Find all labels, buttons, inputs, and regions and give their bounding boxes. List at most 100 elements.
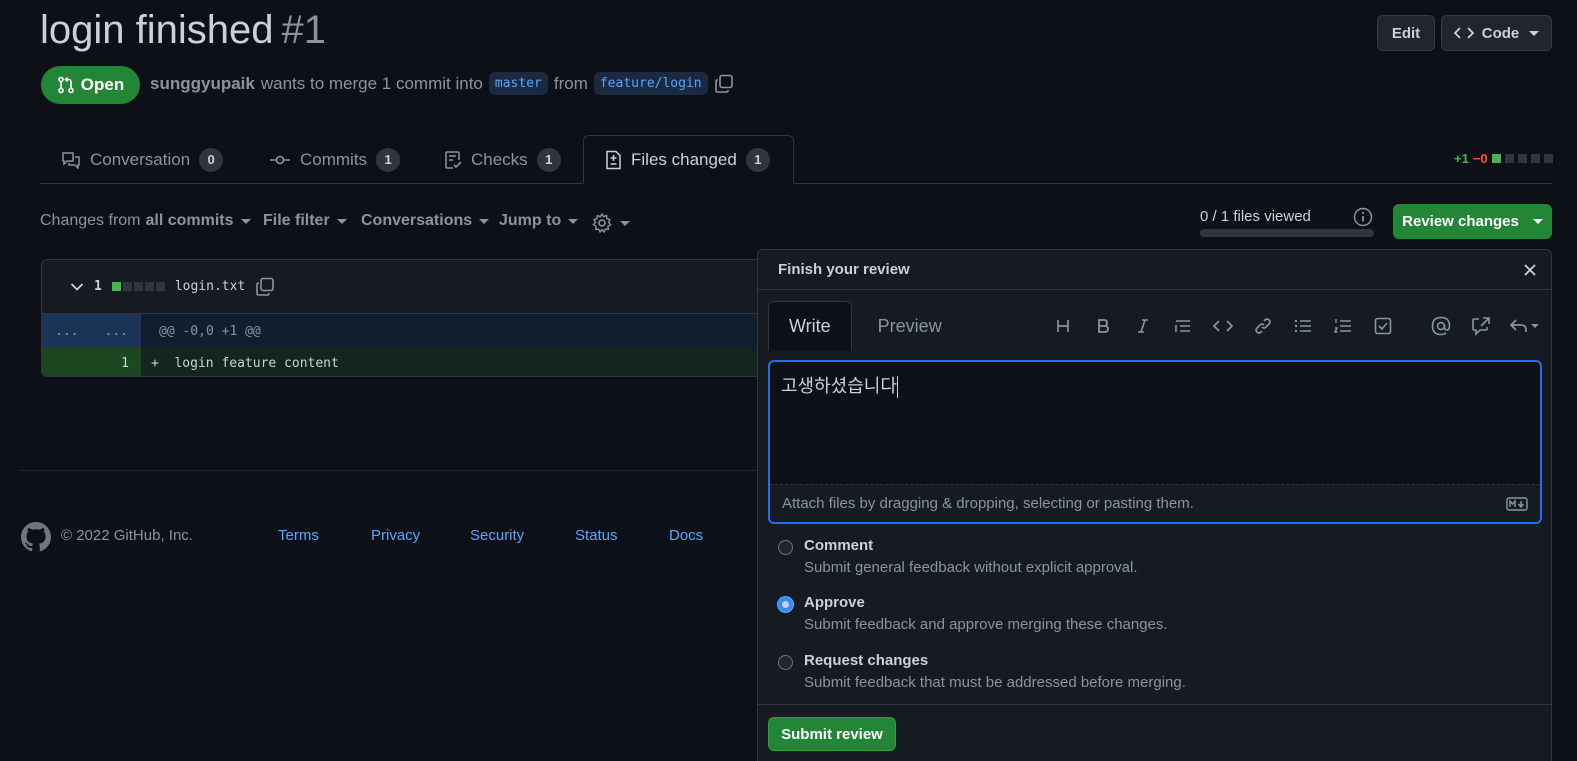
review-option-approve[interactable]: Approve Submit feedback and approve merg…: [778, 594, 1168, 633]
diffstat-added: +1: [1454, 151, 1469, 166]
cross-reference-icon[interactable]: [1461, 310, 1501, 342]
tab-checks[interactable]: Checks 1: [444, 135, 561, 184]
tab-label: Checks: [471, 149, 528, 169]
review-option-request-changes[interactable]: Request changes Submit feedback that mus…: [778, 652, 1186, 691]
chevron-down-icon: [1532, 219, 1543, 224]
tab-label: Commits: [300, 149, 368, 169]
heading-icon[interactable]: [1043, 310, 1083, 342]
mention-icon[interactable]: [1421, 310, 1461, 342]
file-diff-icon: [604, 150, 622, 170]
files-viewed-progress: [1200, 229, 1374, 237]
conversations-label: Conversations: [361, 212, 473, 229]
chevron-down-icon: [620, 220, 630, 226]
ordered-list-icon[interactable]: [1323, 310, 1363, 342]
info-icon[interactable]: [1353, 207, 1373, 227]
chevron-down-icon: [568, 218, 579, 224]
footer-link-security[interactable]: Security: [470, 527, 524, 544]
from-text: from: [553, 73, 588, 93]
code-icon: [1453, 26, 1474, 40]
code-button[interactable]: Code: [1441, 15, 1552, 51]
chevron-down-icon: [479, 218, 490, 224]
tab-commits[interactable]: Commits 1: [269, 135, 401, 184]
code-button-label: Code: [1481, 24, 1520, 42]
head-branch[interactable]: feature/login: [593, 72, 708, 95]
footer-link-privacy[interactable]: Privacy: [371, 527, 420, 544]
reply-icon[interactable]: [1501, 310, 1547, 342]
tab-write[interactable]: Write: [768, 301, 852, 351]
footer-link-docs[interactable]: Docs: [669, 527, 703, 544]
hunk-gutter-right: ...: [104, 323, 128, 339]
radio-request-changes[interactable]: [778, 655, 793, 670]
file-header: 1 login.txt: [42, 260, 800, 314]
radio-approve[interactable]: [778, 597, 793, 612]
review-option-comment[interactable]: Comment Submit general feedback without …: [778, 537, 1138, 576]
option-label: Request changes: [804, 652, 929, 669]
attach-files-bar[interactable]: Attach files by dragging & dropping, sel…: [770, 484, 1540, 522]
chevron-down-icon: [240, 218, 251, 224]
copy-icon[interactable]: [714, 74, 734, 94]
tab-counter: 0: [199, 147, 224, 172]
diffstat-block: [133, 282, 143, 291]
pr-title: login finished #1: [40, 8, 326, 53]
tab-preview[interactable]: Preview: [852, 301, 962, 351]
edit-button[interactable]: Edit: [1377, 15, 1435, 51]
attach-files-hint: Attach files by dragging & dropping, sel…: [782, 495, 1194, 512]
diffstat-block: [111, 282, 121, 291]
hunk-row: ... ... @@ -0,0 +1 @@: [42, 314, 800, 348]
author-link[interactable]: sunggyupaik: [150, 74, 255, 94]
diffstat-block: [1530, 154, 1540, 163]
bold-icon[interactable]: [1083, 310, 1123, 342]
chevron-down-icon: [1529, 30, 1540, 36]
git-commit-icon: [269, 153, 291, 167]
review-popup-header: Finish your review: [758, 250, 1551, 290]
file-diff: 1 login.txt ... ... @@ -0,0 +1 @@ 1 + lo…: [41, 259, 801, 377]
file-name[interactable]: login.txt: [175, 279, 245, 294]
footer-copyright: © 2022 GitHub, Inc.: [61, 527, 193, 544]
radio-comment[interactable]: [778, 540, 793, 555]
file-filter-dropdown[interactable]: File filter: [263, 212, 347, 230]
line-content: + login feature content: [151, 355, 339, 371]
hunk-header: @@ -0,0 +1 @@: [159, 323, 261, 339]
diffstat-block: [1504, 154, 1514, 163]
jump-to-dropdown[interactable]: Jump to: [499, 212, 579, 230]
base-branch[interactable]: master: [488, 72, 548, 95]
markdown-icon[interactable]: [1506, 496, 1528, 511]
changes-from-value: all commits: [145, 212, 234, 229]
footer-link-status[interactable]: Status: [575, 527, 618, 544]
link-icon[interactable]: [1243, 310, 1283, 342]
option-description: Submit feedback and approve merging thes…: [804, 616, 1168, 633]
review-changes-button[interactable]: Review changes: [1393, 204, 1552, 239]
github-logo-icon[interactable]: [21, 522, 51, 552]
changes-from-label: Changes from: [40, 212, 141, 229]
code-icon[interactable]: [1203, 310, 1243, 342]
option-label: Comment: [804, 537, 874, 554]
task-list-icon[interactable]: [1363, 310, 1403, 342]
changes-from-dropdown[interactable]: Changes from all commits: [40, 212, 251, 230]
line-number[interactable]: 1: [42, 348, 141, 376]
status-badge: Open: [41, 66, 140, 104]
conversations-dropdown[interactable]: Conversations: [361, 212, 490, 230]
diffstat: +1 −0: [1454, 151, 1553, 166]
file-filter-label: File filter: [263, 212, 330, 229]
quote-icon[interactable]: [1163, 310, 1203, 342]
chevron-down-icon[interactable]: [70, 282, 84, 292]
review-changes-label: Review changes: [1402, 213, 1519, 230]
chevron-down-icon: [336, 218, 347, 224]
pull-request-icon: [57, 76, 75, 94]
diff-settings-dropdown[interactable]: [591, 212, 630, 234]
tab-files-changed[interactable]: Files changed 1: [583, 135, 794, 184]
copy-icon[interactable]: [255, 277, 275, 297]
unordered-list-icon[interactable]: [1283, 310, 1323, 342]
hunk-expand[interactable]: ... ...: [42, 314, 141, 348]
pr-number: #1: [281, 8, 327, 52]
close-icon[interactable]: [1523, 263, 1537, 277]
tab-conversation[interactable]: Conversation 0: [61, 135, 224, 184]
footer-link-terms[interactable]: Terms: [278, 527, 319, 544]
option-description: Submit feedback that must be addressed b…: [804, 674, 1186, 691]
review-body-textarea[interactable]: 고생하셨습니다 Attach files by dragging & dropp…: [768, 360, 1542, 524]
italic-icon[interactable]: [1123, 310, 1163, 342]
submit-review-button[interactable]: Submit review: [768, 717, 896, 751]
editor-tabs: Write Preview: [768, 301, 962, 351]
status-badge-label: Open: [80, 75, 125, 94]
diff-line-added: 1 + login feature content: [42, 348, 800, 376]
